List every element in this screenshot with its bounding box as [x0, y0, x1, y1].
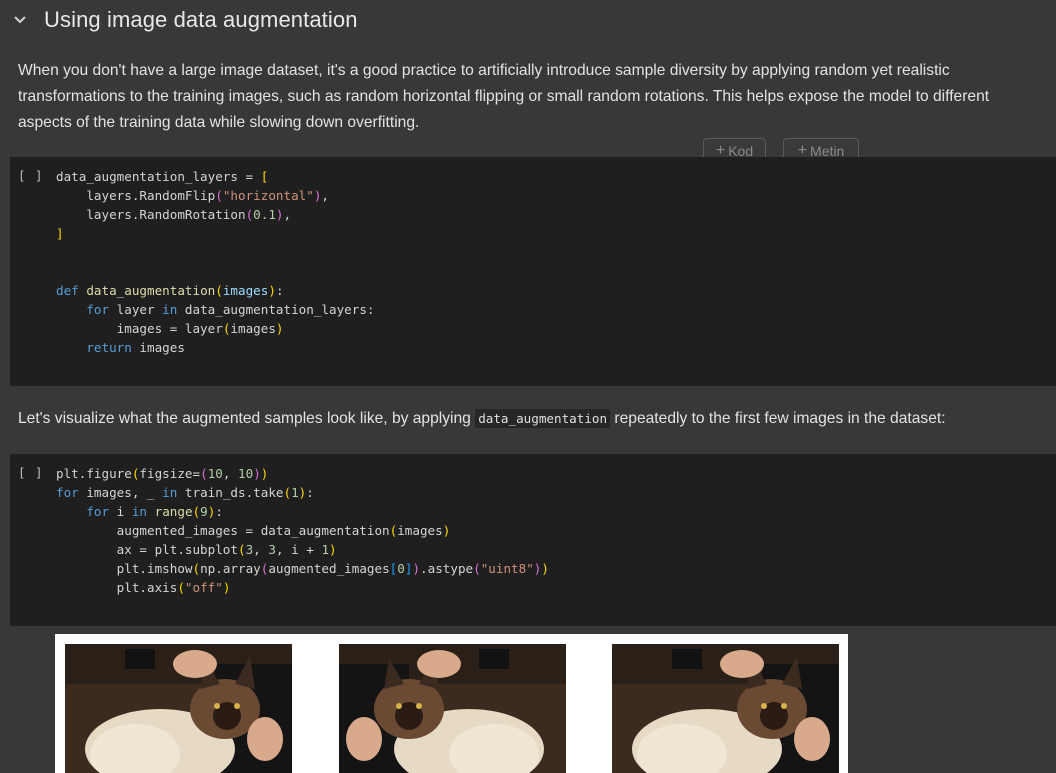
markdown-cell: Let's visualize what the augmented sampl… — [18, 406, 1048, 432]
augmented-cat-image — [65, 644, 292, 773]
run-cell-button[interactable]: [ ] — [18, 465, 44, 480]
run-cell-button[interactable]: [ ] — [18, 168, 44, 183]
section-header[interactable]: Using image data augmentation — [0, 0, 1056, 42]
code-editor[interactable]: plt.figure(figsize=(10, 10)) for images,… — [56, 464, 549, 597]
section-title: Using image data augmentation — [44, 7, 358, 32]
text-before: Let's visualize what the augmented sampl… — [18, 410, 476, 427]
chevron-down-icon[interactable] — [12, 12, 28, 28]
code-editor[interactable]: data_augmentation_layers = [ layers.Rand… — [56, 167, 374, 357]
code-cell[interactable]: [ ] plt.figure(figsize=(10, 10)) for ima… — [10, 454, 1056, 626]
cell-output — [55, 634, 848, 773]
markdown-cell: When you don't have a large image datase… — [18, 62, 990, 131]
augmented-cat-image — [339, 644, 566, 773]
inline-code: data_augmentation — [475, 409, 611, 428]
code-cell[interactable]: [ ] data_augmentation_layers = [ layers.… — [10, 157, 1056, 386]
augmented-cat-image — [612, 644, 839, 773]
text-after: repeatedly to the first few images in th… — [610, 410, 946, 427]
